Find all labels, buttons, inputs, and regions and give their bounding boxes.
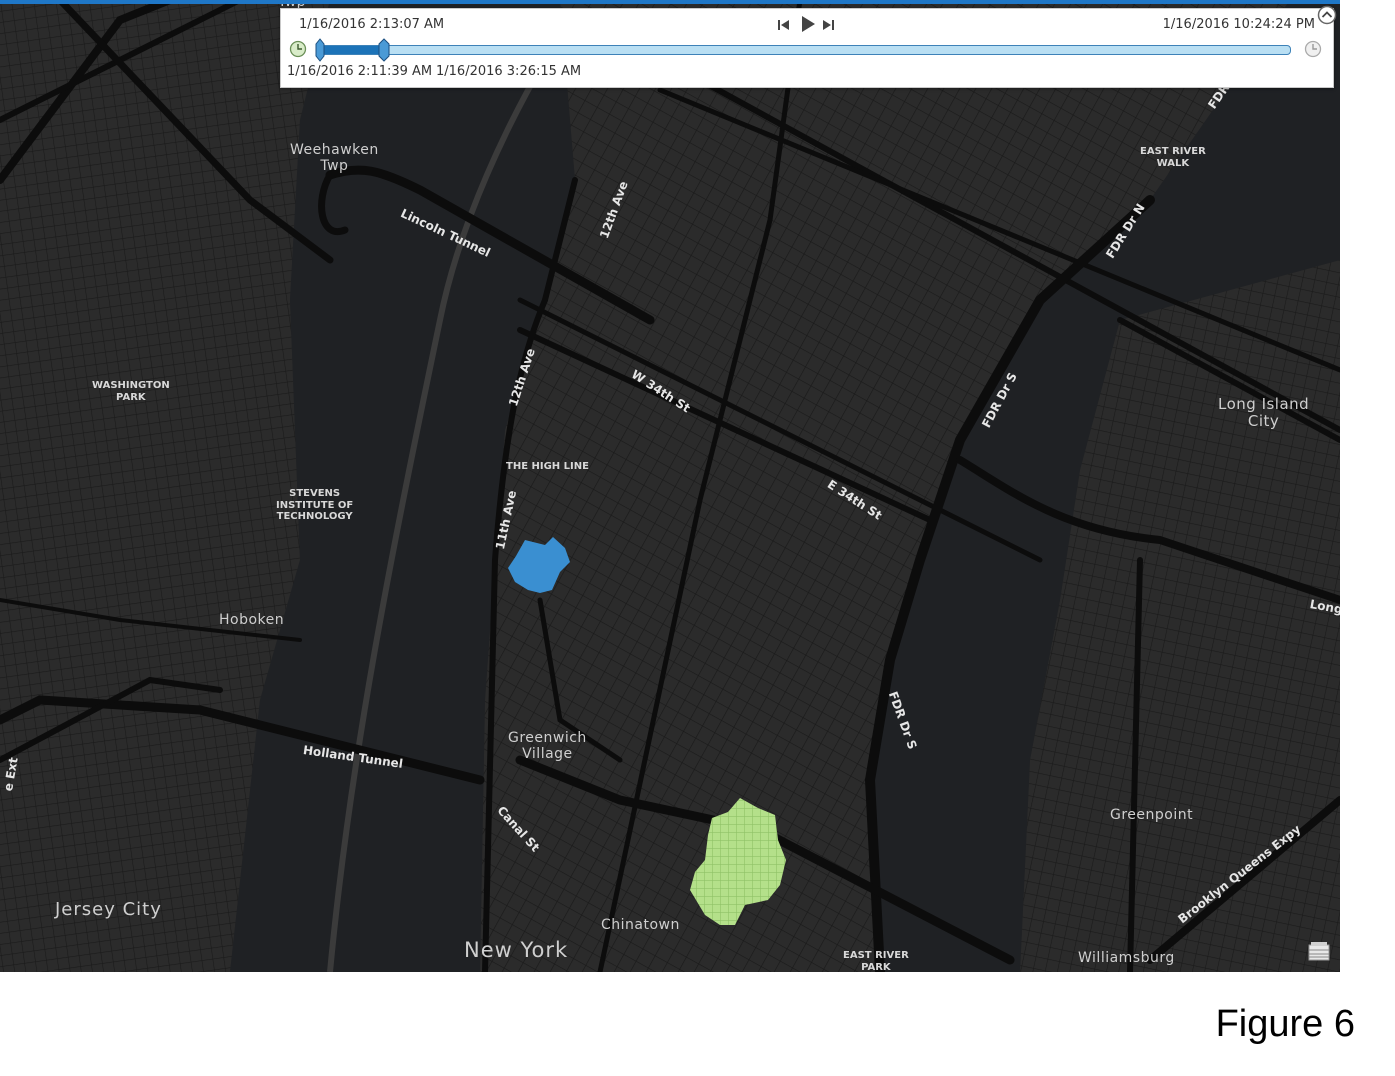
figure-caption: Figure 6: [1215, 1003, 1355, 1045]
time-slider-panel[interactable]: 1/16/2016 2:13:07 AM 1/16/2016 10:24:24 …: [280, 5, 1337, 88]
start-thumb-handle[interactable]: [315, 38, 325, 62]
place-label-jersey-city: Jersey City: [55, 899, 162, 920]
previous-icon[interactable]: [777, 17, 791, 33]
clock-settings-icon[interactable]: [1304, 40, 1324, 58]
place-label-the-high-line: THE HIGH LINE: [506, 461, 589, 472]
place-label-stevens: STEVENS INSTITUTE OF TECHNOLOGY: [276, 488, 354, 522]
window-top-accent: [0, 0, 1340, 4]
basemap: [0, 0, 1340, 972]
place-label-greenpoint: Greenpoint: [1110, 807, 1194, 823]
window-end-time-label: 1/16/2016 3:26:15 AM: [436, 64, 582, 79]
basemap-icon[interactable]: [1306, 940, 1332, 964]
place-label-williamsburg: Williamsburg: [1078, 950, 1175, 966]
time-slider-selection: [320, 46, 385, 54]
end-time-label: 1/16/2016 10:24:24 PM: [1162, 17, 1315, 32]
start-time-label: 1/16/2016 2:11:39 AM: [287, 64, 433, 79]
clock-icon[interactable]: [289, 40, 307, 58]
next-icon[interactable]: [821, 17, 835, 33]
play-icon[interactable]: [799, 14, 817, 34]
place-label-greenwich-village: Greenwich Village: [508, 730, 587, 763]
place-label-east-river-walk: EAST RIVER WALK: [1140, 146, 1206, 169]
current-time-label: 1/16/2016 2:13:07 AM: [299, 17, 445, 32]
collapse-icon[interactable]: [1317, 5, 1337, 25]
place-label-new-york: New York: [464, 938, 569, 962]
place-label-hoboken: Hoboken: [219, 612, 285, 628]
time-slider-track[interactable]: [315, 38, 1291, 62]
end-thumb-handle[interactable]: [378, 38, 390, 62]
map-view[interactable]: Weehawken Twp Twp WASHINGTON PARK STEVEN…: [0, 0, 1340, 972]
place-label-washington-park: WASHINGTON PARK: [92, 380, 170, 403]
place-label-chinatown: Chinatown: [601, 917, 680, 933]
place-label-east-river-park: EAST RIVER PARK: [843, 950, 909, 972]
place-label-weehawken: Weehawken Twp: [290, 142, 379, 175]
place-label-long-island-city: Long Island City: [1218, 395, 1310, 431]
